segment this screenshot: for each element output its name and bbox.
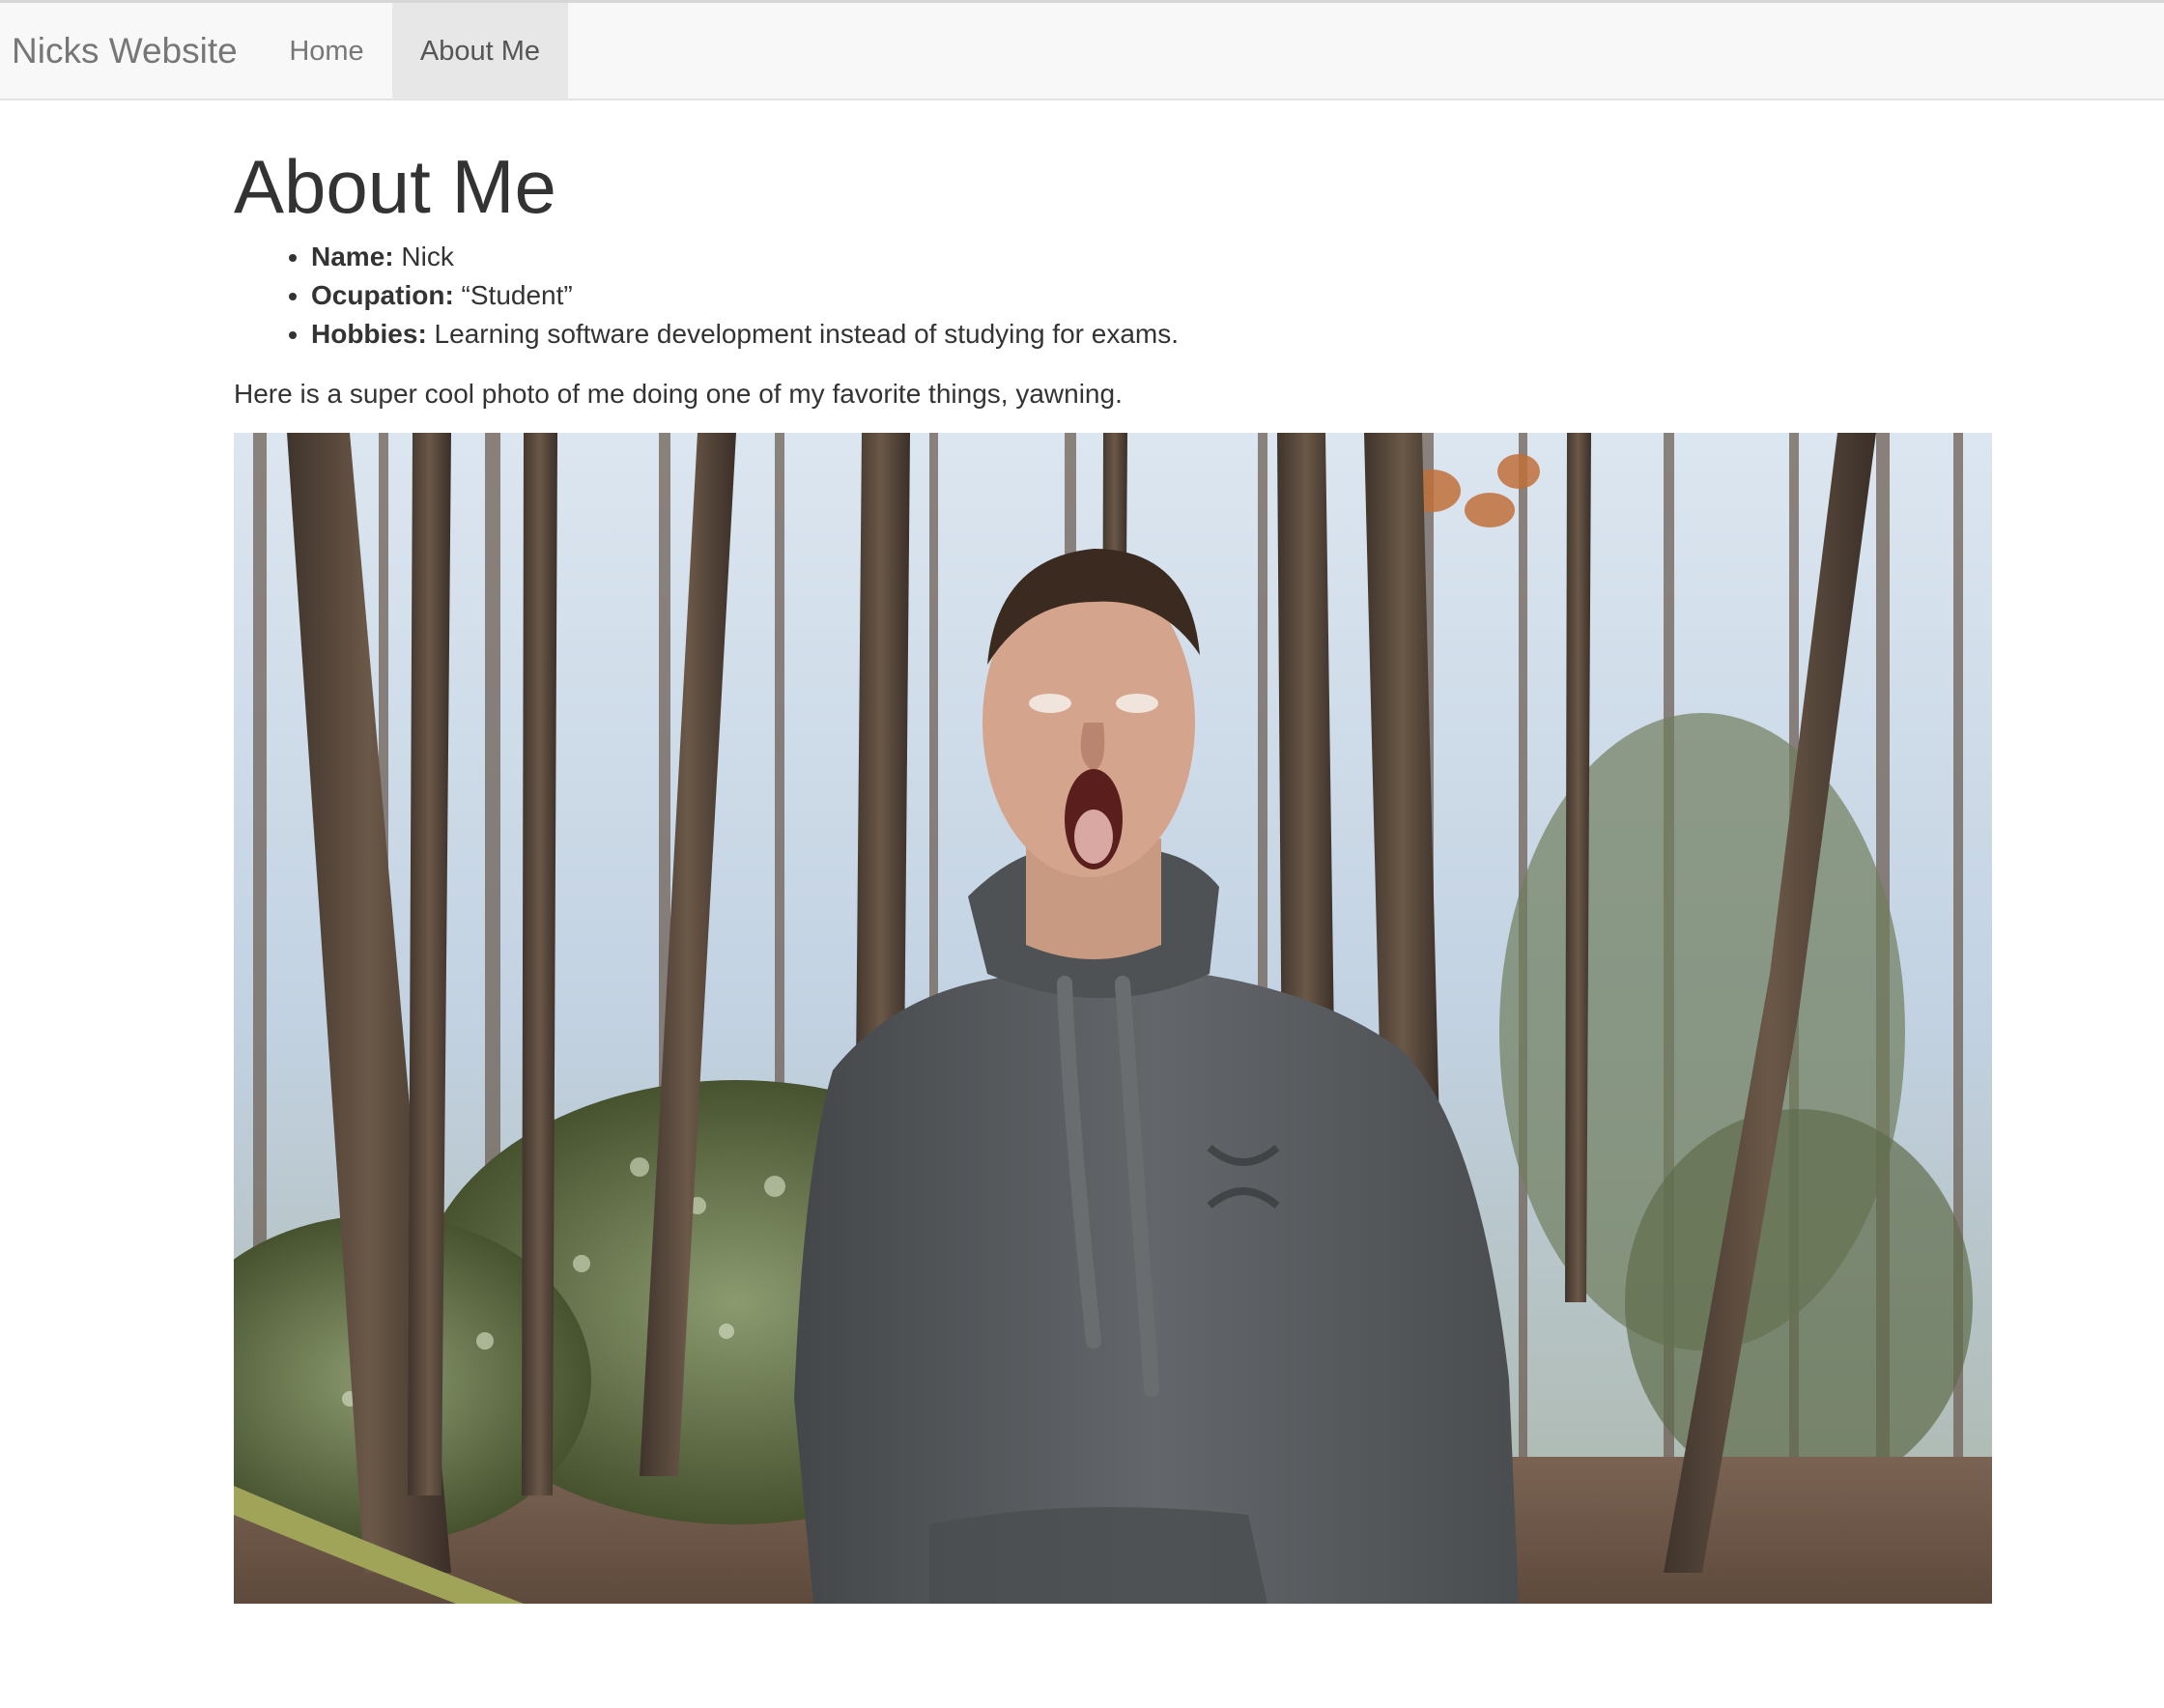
navbar: Nicks Website Home About Me (0, 0, 2164, 100)
fact-hobbies: Hobbies: Learning software development i… (311, 315, 1179, 354)
fact-label: Ocupation: (311, 280, 454, 310)
page-title: About Me (234, 144, 556, 229)
photo-caption: Here is a super cool photo of me doing o… (234, 379, 1123, 409)
fact-value: Learning software development instead of… (426, 319, 1179, 349)
brand-link[interactable]: Nicks Website (12, 3, 238, 100)
fact-name: Name: Nick (311, 238, 1179, 276)
fact-occupation: Ocupation: “Student” (311, 276, 1179, 315)
fact-value: Nick (393, 242, 454, 271)
profile-photo (234, 433, 1992, 1604)
fact-value: “Student” (453, 280, 573, 310)
about-facts-list: Name: Nick Ocupation: “Student” Hobbies:… (234, 238, 1179, 354)
fact-label: Name: (311, 242, 394, 271)
nav-home[interactable]: Home (263, 3, 390, 100)
nav-about-me[interactable]: About Me (392, 3, 568, 100)
fact-label: Hobbies: (311, 319, 427, 349)
